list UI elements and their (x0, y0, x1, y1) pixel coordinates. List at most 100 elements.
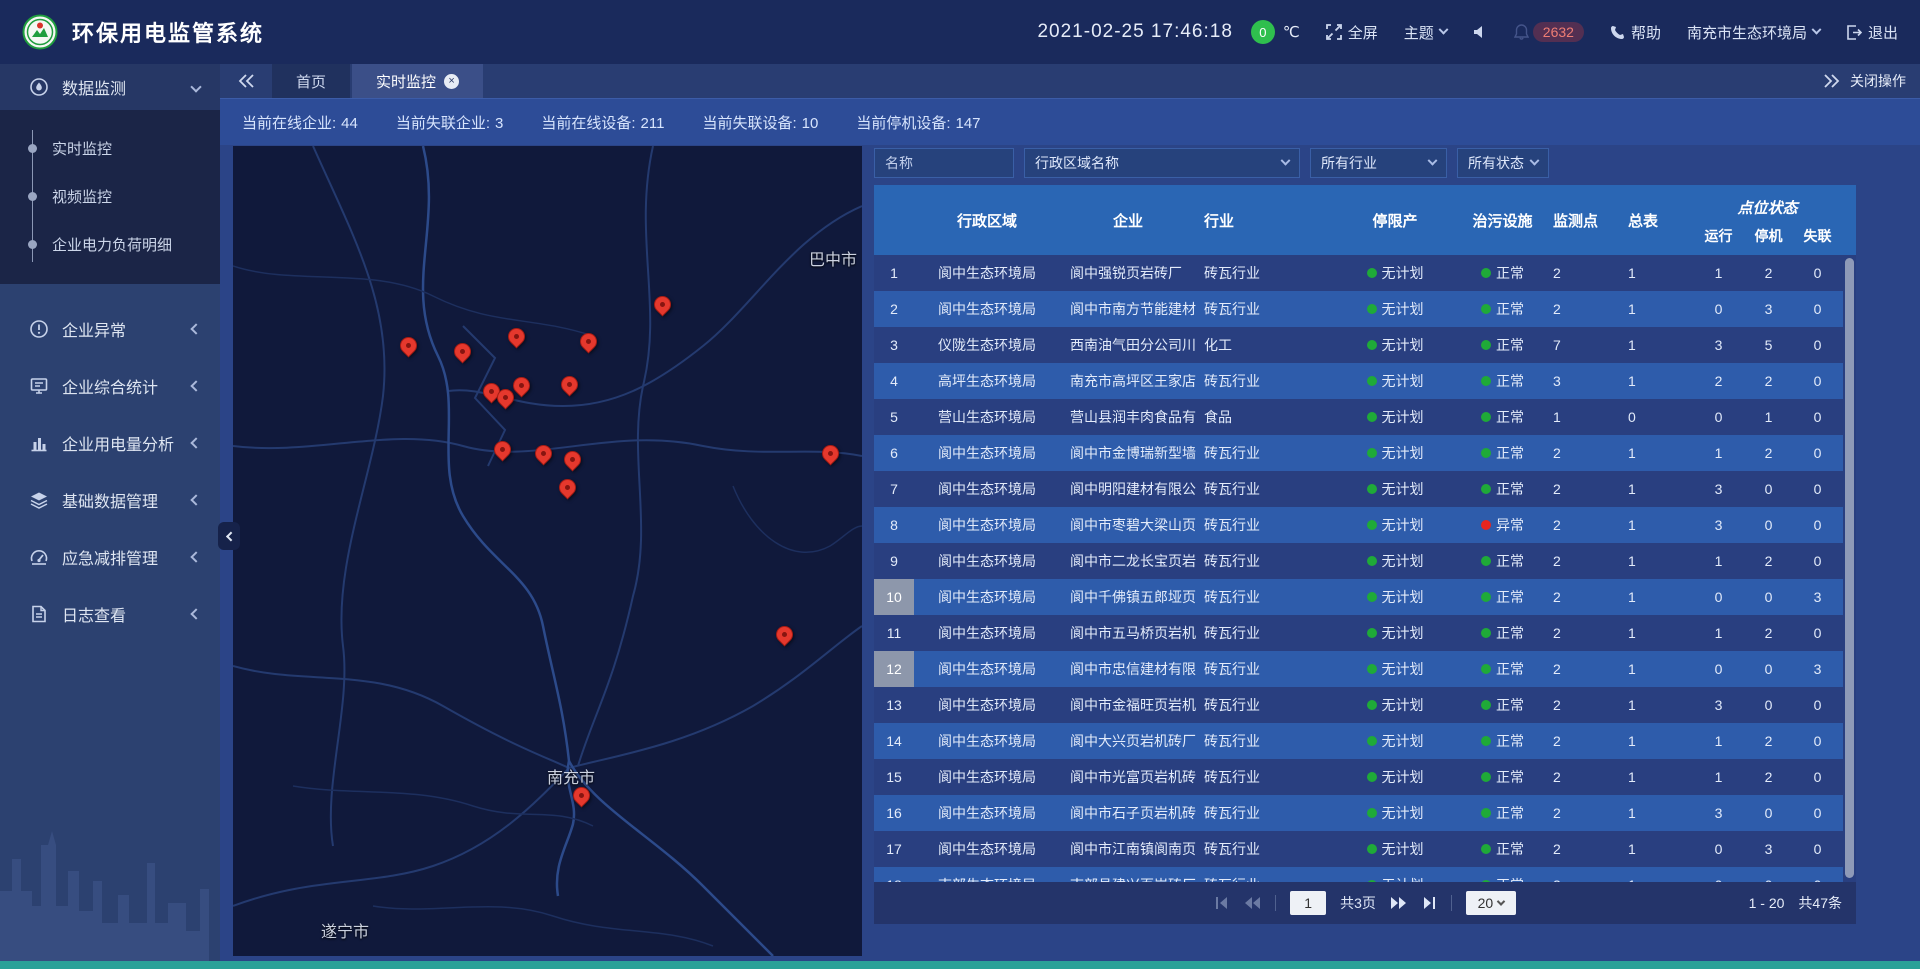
table-row[interactable]: 6阆中生态环境局阆中市金博瑞新型墙材砖瓦行业无计划正常21120 (874, 435, 1843, 471)
cell-running: 0 (1692, 399, 1745, 435)
bell-icon (1514, 24, 1529, 40)
cell-stopped: 2 (1745, 543, 1792, 579)
cell-row-index: 13 (874, 687, 914, 723)
table-row[interactable]: 2阆中生态环境局阆中市南方节能建材有砖瓦行业无计划正常21030 (874, 291, 1843, 327)
close-operations-dropdown[interactable]: 关闭操作 (1824, 64, 1906, 98)
data-panel: 行政区域名称 所有行业 所有状态 行政区域 企业 行业 停限产 治污设施 监测点 (874, 148, 1856, 924)
col-industry: 行业 (1196, 185, 1330, 255)
sidebar-item-label: 企业综合统计 (62, 374, 158, 398)
mute-button[interactable] (1473, 25, 1488, 39)
cell-disconnected: 0 (1792, 471, 1843, 507)
tabs-scroll-left-button[interactable] (220, 64, 272, 98)
sidebar-item-base-data[interactable]: 基础数据管理 (0, 471, 220, 528)
cell-region: 阆中生态环境局 (914, 759, 1060, 795)
cell-region: 阆中生态环境局 (914, 435, 1060, 471)
status-dot-icon (1367, 844, 1377, 854)
sidebar-item-power-load-detail[interactable]: 企业电力负荷明细 (0, 220, 220, 268)
cell-limit-status: 无计划 (1330, 795, 1460, 831)
table-row[interactable]: 1阆中生态环境局阆中强锐页岩砖厂砖瓦行业无计划正常21120 (874, 255, 1843, 291)
divider (1451, 895, 1452, 911)
sidebar-collapse-handle[interactable] (218, 522, 240, 550)
status-dot-icon (1481, 448, 1491, 458)
col-limit-production: 停限产 (1330, 185, 1460, 255)
sidebar-item-emergency-reduction[interactable]: 应急减排管理 (0, 528, 220, 585)
table-row[interactable]: 5营山生态环境局营山县润丰肉食品有限食品无计划正常10010 (874, 399, 1843, 435)
table-row[interactable]: 9阆中生态环境局阆中市二龙长宝页岩砖砖瓦行业无计划正常21120 (874, 543, 1843, 579)
sidebar-item-log-view[interactable]: 日志查看 (0, 585, 220, 642)
first-page-button[interactable] (1214, 896, 1229, 910)
name-search-input[interactable] (874, 148, 1014, 178)
cell-region: 阆中生态环境局 (914, 723, 1060, 759)
col-disconnected: 失联 (1792, 185, 1843, 255)
bullet-icon (28, 240, 37, 249)
last-page-button[interactable] (1422, 896, 1437, 910)
status-select[interactable]: 所有状态 (1457, 148, 1549, 178)
table-row[interactable]: 17阆中生态环境局阆中市江南镇阆南页岩砖瓦行业无计划正常21030 (874, 831, 1843, 867)
table-row[interactable]: 4高坪生态环境局南充市高坪区王家店建砖瓦行业无计划正常31220 (874, 363, 1843, 399)
table-row[interactable]: 13阆中生态环境局阆中市金福旺页岩机砖砖瓦行业无计划正常21300 (874, 687, 1843, 723)
total-count-label: 共47条 (1798, 893, 1842, 913)
cell-running: 0 (1692, 831, 1745, 867)
org-dropdown[interactable]: 南充市生态环境局 (1687, 22, 1820, 43)
cell-industry: 砖瓦行业 (1196, 507, 1330, 543)
table-row[interactable]: 12阆中生态环境局阆中市忠信建材有限公砖瓦行业无计划正常21003 (874, 651, 1843, 687)
cell-treatment-status: 正常 (1460, 399, 1545, 435)
cell-monitor-points: 2 (1545, 291, 1620, 327)
tab-realtime-monitor[interactable]: 实时监控 × (352, 64, 483, 98)
table-row[interactable]: 16阆中生态环境局阆中市石子页岩机砖厂砖瓦行业无计划正常21300 (874, 795, 1843, 831)
total-pages-label: 共3页 (1340, 893, 1376, 913)
map[interactable]: 巴中市南充市遂宁市 (233, 146, 862, 956)
col-stopped: 停机 (1745, 185, 1792, 255)
sidebar-item-company-abnormal[interactable]: 企业异常 (0, 300, 220, 357)
chevron-left-icon (190, 437, 201, 448)
notifications-button[interactable]: 2632 (1514, 22, 1584, 42)
help-button[interactable]: 帮助 (1610, 22, 1661, 43)
table-row[interactable]: 11阆中生态环境局阆中市五马桥页岩机砖砖瓦行业无计划正常21120 (874, 615, 1843, 651)
sidebar-item-power-analysis[interactable]: 企业用电量分析 (0, 414, 220, 471)
cell-disconnected: 0 (1792, 795, 1843, 831)
phone-icon (1610, 25, 1625, 40)
table-scrollbar[interactable] (1845, 258, 1854, 878)
table-row[interactable]: 14阆中生态环境局阆中大兴页岩机砖厂砖瓦行业无计划正常21120 (874, 723, 1843, 759)
cell-running: 1 (1692, 759, 1745, 795)
cell-stopped: 1 (1745, 399, 1792, 435)
table-row[interactable]: 3仪陇生态环境局西南油气田分公司川中化工无计划正常71350 (874, 327, 1843, 363)
cell-limit-status: 无计划 (1330, 363, 1460, 399)
table-row[interactable]: 7阆中生态环境局阆中明阳建材有限公司砖瓦行业无计划正常21300 (874, 471, 1843, 507)
industry-select[interactable]: 所有行业 (1310, 148, 1447, 178)
cell-total-meters: 1 (1620, 507, 1692, 543)
cell-monitor-points: 2 (1545, 615, 1620, 651)
status-dot-icon (1481, 412, 1491, 422)
page-size-select[interactable]: 20 (1466, 891, 1516, 915)
cell-limit-status: 无计划 (1330, 759, 1460, 795)
table-row[interactable]: 8阆中生态环境局阆中市枣碧大梁山页岩砖瓦行业无计划异常21300 (874, 507, 1843, 543)
sidebar-item-realtime-monitor[interactable]: 实时监控 (0, 124, 220, 172)
first-page-icon (1214, 896, 1229, 910)
cell-running: 1 (1692, 435, 1745, 471)
prev-page-button[interactable] (1243, 896, 1261, 910)
sidebar-item-company-statistics[interactable]: 企业综合统计 (0, 357, 220, 414)
status-dot-icon (1367, 484, 1377, 494)
theme-dropdown[interactable]: 主题 (1404, 22, 1447, 43)
page-number-input[interactable] (1290, 891, 1326, 915)
cell-total-meters: 0 (1620, 399, 1692, 435)
sidebar-item-video-monitor[interactable]: 视频监控 (0, 172, 220, 220)
cell-monitor-points: 2 (1545, 579, 1620, 615)
map-city-label: 南充市 (547, 764, 595, 788)
close-icon[interactable]: × (444, 74, 459, 89)
cell-region: 阆中生态环境局 (914, 579, 1060, 615)
status-dot-icon (1481, 340, 1491, 350)
status-dot-icon (1367, 736, 1377, 746)
table-row[interactable]: 10阆中生态环境局阆中千佛镇五郎垭页岩砖瓦行业无计划正常21003 (874, 579, 1843, 615)
logout-button[interactable]: 退出 (1846, 22, 1898, 43)
sidebar-item-data-monitor[interactable]: 数据监测 (0, 64, 220, 110)
fullscreen-button[interactable]: 全屏 (1326, 22, 1378, 43)
cell-monitor-points: 2 (1545, 543, 1620, 579)
cell-stopped: 2 (1745, 759, 1792, 795)
tab-home[interactable]: 首页 (272, 64, 350, 98)
region-select[interactable]: 行政区域名称 (1024, 148, 1300, 178)
table-row[interactable]: 18南部生态环境局南部县建兴页岩砖厂有砖瓦行业无计划正常21000 (874, 867, 1843, 882)
table-row[interactable]: 15阆中生态环境局阆中市光富页岩机砖厂砖瓦行业无计划正常21120 (874, 759, 1843, 795)
next-page-button[interactable] (1390, 896, 1408, 910)
cell-stopped: 0 (1745, 651, 1792, 687)
